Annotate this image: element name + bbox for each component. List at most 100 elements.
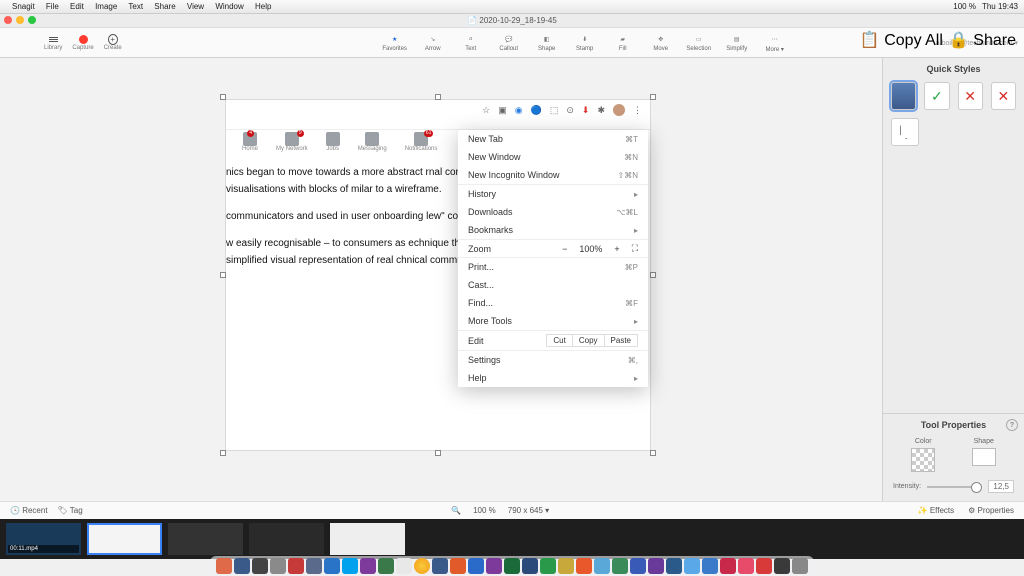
intensity-value[interactable]: 12,5 xyxy=(988,480,1014,493)
nav-notifications[interactable]: 61Notifications xyxy=(405,132,438,152)
menu-help[interactable]: Help xyxy=(255,2,271,11)
dock-app[interactable] xyxy=(648,558,664,574)
menu-text[interactable]: Text xyxy=(128,2,143,11)
tool-text[interactable]: aText xyxy=(458,32,484,53)
dock-app[interactable] xyxy=(342,558,358,574)
tool-arrow[interactable]: ↘Arrow xyxy=(420,32,446,53)
app-menu[interactable]: Snagit File Edit Image Text Share View W… xyxy=(12,2,280,11)
thumbnail-tray[interactable]: 00:11.mp4 xyxy=(0,519,1024,559)
qs-preset-cursor[interactable] xyxy=(891,118,919,146)
menu-more-tools[interactable]: More Tools▸ xyxy=(458,312,648,330)
zoom-minus[interactable]: − xyxy=(562,244,567,254)
dock-app[interactable] xyxy=(666,558,682,574)
menu-new-window[interactable]: New Window⌘N xyxy=(458,148,648,166)
avatar-icon[interactable] xyxy=(613,104,625,116)
captured-image[interactable]: ☆ ▣ ◉ 🔵 ⬚ ⊙ ⬇ ✱ ⋮ New Tab⌘T New Window⌘N… xyxy=(226,100,650,450)
dock-app[interactable] xyxy=(756,558,772,574)
ext6-icon[interactable]: ⬇ xyxy=(582,105,590,116)
edit-cut[interactable]: Cut xyxy=(546,334,572,347)
properties-button[interactable]: ⚙ Properties xyxy=(968,506,1014,515)
nav-messaging[interactable]: Messaging xyxy=(358,132,387,152)
dock-app[interactable] xyxy=(684,558,700,574)
tool-favorites[interactable]: ★Favorites xyxy=(382,32,408,53)
tool-selection[interactable]: ▭Selection xyxy=(686,32,712,53)
copy-all-button[interactable]: 📋 Copy All xyxy=(860,30,943,50)
macos-dock[interactable] xyxy=(210,556,814,576)
menu-downloads[interactable]: Downloads⌥⌘L xyxy=(458,203,648,221)
dock-app[interactable] xyxy=(594,558,610,574)
recent-button[interactable]: 🕓 Recent xyxy=(10,506,48,515)
thumb-1[interactable]: 00:11.mp4 xyxy=(6,523,81,555)
ext3-icon[interactable]: 🔵 xyxy=(531,105,542,116)
thumb-2[interactable] xyxy=(87,523,162,555)
star-icon[interactable]: ☆ xyxy=(482,105,490,116)
prop-color[interactable]: Color xyxy=(911,438,935,472)
dock-app[interactable] xyxy=(720,558,736,574)
tag-button[interactable]: 🏷 Tag xyxy=(58,506,83,515)
minimize-icon[interactable] xyxy=(16,16,24,24)
close-icon[interactable] xyxy=(4,16,12,24)
dock-app[interactable] xyxy=(522,558,538,574)
menu-dots-icon[interactable]: ⋮ xyxy=(633,105,642,116)
dock-app[interactable] xyxy=(540,558,556,574)
edit-paste[interactable]: Paste xyxy=(604,334,638,347)
qs-preset-1[interactable] xyxy=(891,82,916,110)
effects-button[interactable]: ✨ Effects xyxy=(918,506,955,515)
dock-app[interactable] xyxy=(378,558,394,574)
tool-fill[interactable]: ▰Fill xyxy=(610,32,636,53)
menu-view[interactable]: View xyxy=(187,2,204,11)
create-button[interactable]: +Create xyxy=(104,35,122,51)
zoom-plus[interactable]: + xyxy=(614,244,619,254)
prop-shape[interactable]: Shape xyxy=(972,438,996,472)
dock-app[interactable] xyxy=(738,558,754,574)
dock-app[interactable] xyxy=(306,558,322,574)
menu-window[interactable]: Window xyxy=(215,2,243,11)
tool-simplify[interactable]: ▤Simplify xyxy=(724,32,750,53)
menu-bookmarks[interactable]: Bookmarks▸ xyxy=(458,221,648,239)
qs-preset-check[interactable]: ✓ xyxy=(924,82,949,110)
puzzle-icon[interactable]: ✱ xyxy=(597,105,605,116)
capture-button[interactable]: Capture xyxy=(72,35,93,51)
dock-app[interactable] xyxy=(630,558,646,574)
dock-app[interactable] xyxy=(504,558,520,574)
dock-app[interactable] xyxy=(774,558,790,574)
prop-intensity[interactable]: Intensity: 12,5 xyxy=(883,476,1024,501)
dock-app[interactable] xyxy=(468,558,484,574)
menu-incognito[interactable]: New Incognito Window⇧⌘N xyxy=(458,166,648,184)
edit-copy[interactable]: Copy xyxy=(572,334,605,347)
ext-icon[interactable]: ▣ xyxy=(498,105,507,116)
window-traffic-lights[interactable] xyxy=(4,16,36,24)
qs-preset-x-red[interactable]: ✕ xyxy=(958,82,983,110)
sidebar-toggle[interactable]: Library xyxy=(44,35,62,51)
menu-help[interactable]: Help▸ xyxy=(458,369,648,387)
ext2-icon[interactable]: ◉ xyxy=(515,105,523,116)
menu-find[interactable]: Find...⌘F xyxy=(458,294,648,312)
thumb-3[interactable] xyxy=(168,523,243,555)
qs-preset-x-red2[interactable]: ✕ xyxy=(991,82,1016,110)
dock-app[interactable] xyxy=(396,558,412,574)
thumb-4[interactable] xyxy=(249,523,324,555)
tool-shape[interactable]: ◧Shape xyxy=(534,32,560,53)
dock-app[interactable] xyxy=(234,558,250,574)
dock-app[interactable] xyxy=(486,558,502,574)
dock-app[interactable] xyxy=(558,558,574,574)
menu-edit[interactable]: Edit xyxy=(70,2,84,11)
nav-jobs[interactable]: Jobs xyxy=(326,132,340,152)
menu-image[interactable]: Image xyxy=(95,2,117,11)
dock-app[interactable] xyxy=(432,558,448,574)
fullscreen-icon[interactable]: ⛶ xyxy=(632,243,638,254)
dock-app[interactable] xyxy=(216,558,232,574)
ext4-icon[interactable]: ⬚ xyxy=(550,105,559,116)
menu-cast[interactable]: Cast... xyxy=(458,276,648,294)
menu-share[interactable]: Share xyxy=(154,2,175,11)
zoom-readout[interactable]: 100 % xyxy=(473,506,496,515)
menu-print[interactable]: Print...⌘P xyxy=(458,258,648,276)
share-button[interactable]: 🔒 Share xyxy=(949,30,1016,50)
menu-snagit[interactable]: Snagit xyxy=(12,2,35,11)
dock-app[interactable] xyxy=(702,558,718,574)
dock-app[interactable] xyxy=(576,558,592,574)
dock-app[interactable] xyxy=(450,558,466,574)
nav-network[interactable]: 9My Network xyxy=(276,132,308,152)
help-icon[interactable]: ? xyxy=(1006,419,1018,431)
tool-callout[interactable]: 💬Callout xyxy=(496,32,522,53)
